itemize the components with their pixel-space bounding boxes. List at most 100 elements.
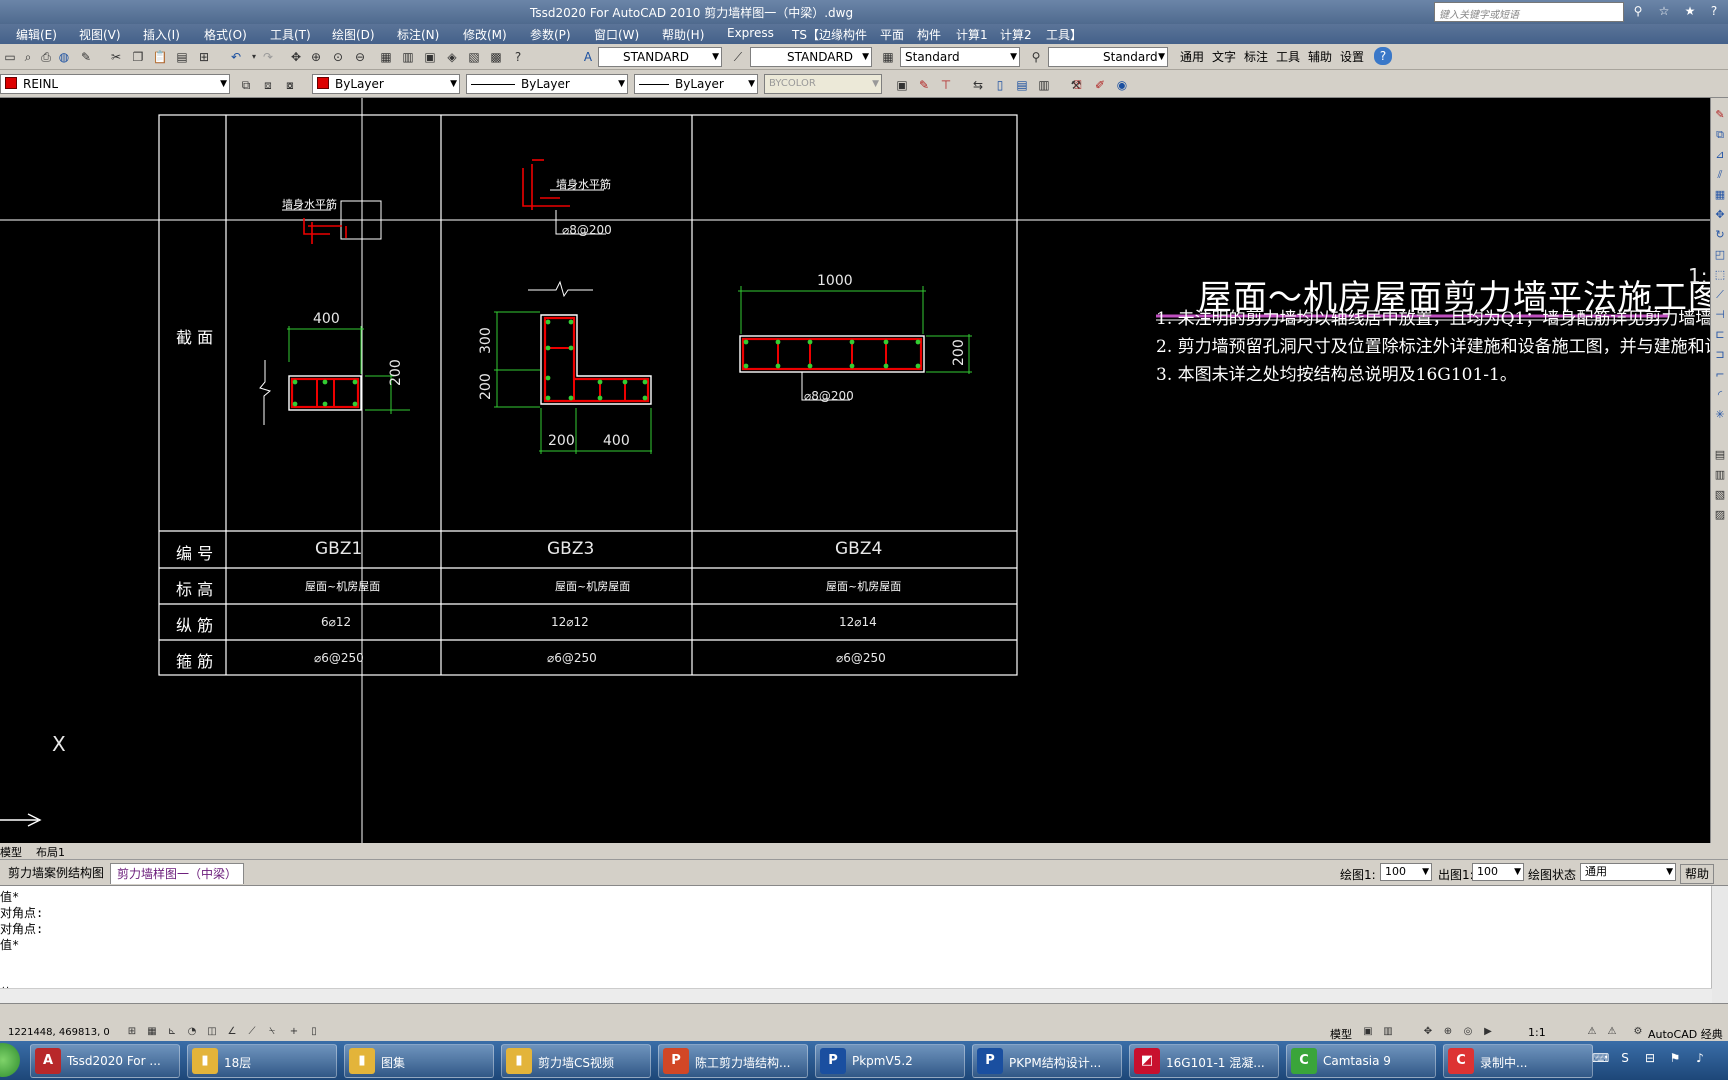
- erase-icon[interactable]: ✎: [1713, 108, 1727, 122]
- taskbar-button[interactable]: ▮ 18层: [187, 1044, 337, 1078]
- plot-preview-icon[interactable]: ◍: [54, 47, 74, 67]
- tssd-tool-edit-icon[interactable]: ✐: [1090, 75, 1110, 95]
- tssd-tab-assist[interactable]: 辅助: [1308, 48, 1332, 65]
- paste-icon[interactable]: 📋: [150, 47, 170, 67]
- pan-icon[interactable]: ✥: [286, 47, 306, 67]
- tssd-tab-general[interactable]: 通用: [1180, 48, 1204, 65]
- menu-parametric[interactable]: 参数(P): [530, 26, 571, 43]
- array-icon[interactable]: ▦: [1713, 188, 1727, 202]
- drawing-canvas[interactable]: 截 面 编 号 标 高 纵 筋 箍 筋 GBZ1 GBZ3 GBZ4 屋面~机房…: [0, 98, 1710, 843]
- annotation-scale[interactable]: 1:1: [1528, 1026, 1546, 1039]
- tssd-help-question-icon[interactable]: ⍰: [1068, 75, 1088, 95]
- markup-icon[interactable]: ▧: [464, 47, 484, 67]
- menu-tools-end[interactable]: 工具】: [1046, 26, 1082, 43]
- out-scale-select[interactable]: 100 ▼: [1472, 863, 1524, 881]
- taskbar-button[interactable]: C Camtasia 9: [1286, 1044, 1436, 1078]
- command-scrollbar[interactable]: [1711, 886, 1728, 1004]
- plotstyle-select[interactable]: BYCOLOR ▼: [764, 74, 882, 94]
- block-editor-icon[interactable]: ⊞: [194, 47, 214, 67]
- ortho-mode-icon[interactable]: ⊾: [164, 1024, 180, 1040]
- offset-icon[interactable]: ⫽: [1713, 168, 1727, 182]
- tool-b-icon[interactable]: ▥: [1713, 468, 1727, 482]
- taskbar-button[interactable]: A Tssd2020 For ...: [30, 1044, 180, 1078]
- taskbar-button[interactable]: ▮ 剪力墙CS视频: [501, 1044, 651, 1078]
- extend-icon[interactable]: ⊣: [1713, 308, 1727, 322]
- trim-icon[interactable]: ⟋: [1713, 288, 1727, 302]
- tssd-tool-6-icon[interactable]: ▤: [1012, 75, 1032, 95]
- help-icon[interactable]: ?: [1706, 3, 1722, 19]
- annotation-visibility-icon[interactable]: ⚠: [1584, 1024, 1600, 1040]
- cut-icon[interactable]: ✂: [106, 47, 126, 67]
- tssd-tool-7-icon[interactable]: ▥: [1034, 75, 1054, 95]
- help-button-icon[interactable]: ?: [508, 47, 528, 67]
- copy-icon[interactable]: ❐: [128, 47, 148, 67]
- volume-icon[interactable]: ♪: [1692, 1051, 1708, 1065]
- multileader-style-icon[interactable]: ⚲: [1026, 47, 1046, 67]
- layer-states-icon[interactable]: ⧇: [280, 75, 300, 95]
- quick-properties-icon[interactable]: ▯: [306, 1024, 322, 1040]
- menu-ts-edge[interactable]: TS【边缘构件: [792, 26, 867, 43]
- chamfer-icon[interactable]: ⌐: [1713, 368, 1727, 382]
- tool-d-icon[interactable]: ▨: [1713, 508, 1727, 522]
- workspace-switch-icon[interactable]: ⚙: [1630, 1024, 1646, 1040]
- menu-draw[interactable]: 绘图(D): [332, 26, 375, 43]
- keyboard-icon[interactable]: ⌨: [1592, 1051, 1609, 1065]
- tool-c-icon[interactable]: ▧: [1713, 488, 1727, 502]
- mirror-icon[interactable]: ⊿: [1713, 148, 1727, 162]
- command-hscrollbar[interactable]: [0, 988, 1712, 1003]
- tool-palettes-icon[interactable]: ▣: [420, 47, 440, 67]
- communication-center-icon[interactable]: ☆: [1656, 3, 1672, 19]
- pan-status-icon[interactable]: ✥: [1420, 1024, 1436, 1040]
- menu-tools[interactable]: 工具(T): [270, 26, 311, 43]
- open-icon[interactable]: ⌕: [18, 47, 38, 67]
- network-icon[interactable]: ⊟: [1642, 1051, 1658, 1065]
- join-icon[interactable]: ⊐: [1713, 348, 1727, 362]
- steeringwheel-icon[interactable]: ◎: [1460, 1024, 1476, 1040]
- menu-plan[interactable]: 平面: [880, 26, 904, 43]
- drawing-tab-case[interactable]: 剪力墙案例结构图: [2, 863, 110, 883]
- binoculars-icon[interactable]: ⚲: [1630, 3, 1646, 19]
- model-space-label[interactable]: 模型: [1330, 1026, 1352, 1042]
- taskbar-button[interactable]: ◩ 16G101-1 混凝...: [1129, 1044, 1279, 1078]
- menu-help[interactable]: 帮助(H): [662, 26, 704, 43]
- match-properties-icon[interactable]: ▤: [172, 47, 192, 67]
- taskbar-button[interactable]: C 录制中...: [1443, 1044, 1593, 1078]
- menu-express[interactable]: Express: [727, 26, 774, 40]
- tssd-tab-settings[interactable]: 设置: [1340, 48, 1364, 65]
- menu-edit[interactable]: 编辑(E): [16, 26, 57, 43]
- auto-scale-icon[interactable]: ⚠: [1604, 1024, 1620, 1040]
- copy-object-icon[interactable]: ⧉: [1713, 128, 1727, 142]
- calculator-icon[interactable]: ▩: [486, 47, 506, 67]
- tssd-tab-dimension[interactable]: 标注: [1244, 48, 1268, 65]
- quick-view-layouts-icon[interactable]: ▣: [1360, 1024, 1376, 1040]
- text-style-icon[interactable]: A: [578, 47, 598, 67]
- dim-style-select[interactable]: STANDARD ▼: [750, 47, 872, 67]
- undo-icon[interactable]: ↶: [226, 47, 246, 67]
- table-style-icon[interactable]: ▦: [878, 47, 898, 67]
- tssd-tool-globe-icon[interactable]: ◉: [1112, 75, 1132, 95]
- fillet-icon[interactable]: ◜: [1713, 388, 1727, 402]
- dynamic-ucs-icon[interactable]: ⟋: [244, 1024, 260, 1040]
- explode-icon[interactable]: ✳: [1713, 408, 1727, 422]
- menu-format[interactable]: 格式(O): [204, 26, 247, 43]
- tssd-tool-3-icon[interactable]: ⊤: [936, 75, 956, 95]
- menu-insert[interactable]: 插入(I): [143, 26, 180, 43]
- publish-icon[interactable]: ✎: [76, 47, 96, 67]
- help-button[interactable]: 帮助: [1680, 864, 1715, 884]
- flag-icon[interactable]: ⚑: [1667, 1051, 1683, 1065]
- sheet-set-icon[interactable]: ◈: [442, 47, 462, 67]
- tssd-help-icon[interactable]: ?: [1374, 47, 1392, 65]
- draw-state-select[interactable]: 通用 ▼: [1580, 863, 1676, 881]
- move-icon[interactable]: ✥: [1713, 208, 1727, 222]
- rotate-icon[interactable]: ↻: [1713, 228, 1727, 242]
- scale-icon[interactable]: ◰: [1713, 248, 1727, 262]
- tssd-tool-4-icon[interactable]: ⇆: [968, 75, 988, 95]
- menu-modify[interactable]: 修改(M): [463, 26, 507, 43]
- design-center-icon[interactable]: ▥: [398, 47, 418, 67]
- stretch-icon[interactable]: ⬚: [1713, 268, 1727, 282]
- tssd-tab-tools[interactable]: 工具: [1276, 48, 1300, 65]
- tool-a-icon[interactable]: ▤: [1713, 448, 1727, 462]
- lineweight-select[interactable]: ByLayer ▼: [634, 74, 758, 94]
- zoom-window-icon[interactable]: ⊙: [328, 47, 348, 67]
- zoom-previous-icon[interactable]: ⊖: [350, 47, 370, 67]
